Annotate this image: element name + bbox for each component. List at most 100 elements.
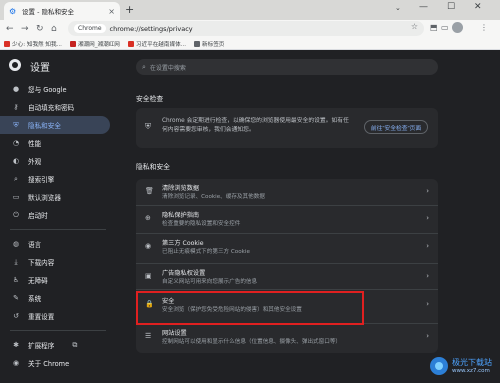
third-party-cookies-row[interactable]: ◉ 第三方 Cookie 已阻止无痕模式下的第三方 Cookie › — [136, 235, 438, 258]
google-icon: ● — [12, 85, 20, 93]
sidebar-divider — [10, 229, 106, 230]
chevron-right-icon: › — [426, 187, 429, 195]
search-placeholder: 在设置中搜索 — [149, 64, 186, 72]
trash-icon: 🗑 — [145, 187, 154, 195]
extensions-icon[interactable]: ⬒ — [430, 23, 438, 32]
tab-settings[interactable]: ⚙ 设置 - 隐私和安全 × — [4, 2, 120, 20]
privacy-heading: 隐私和安全 — [136, 163, 170, 171]
menu-icon[interactable]: ⋮ — [480, 23, 488, 32]
palette-icon: ◐ — [12, 157, 20, 165]
close-window-button[interactable]: ✕ — [474, 2, 482, 12]
chrome-icon: ◉ — [12, 359, 20, 367]
row-divider — [136, 263, 438, 264]
sidebar-item-you-and-google[interactable]: ● 您与 Google — [0, 80, 115, 98]
row-divider — [136, 205, 438, 206]
side-panel-icon[interactable]: ▭ — [441, 23, 449, 32]
new-tab-button[interactable]: + — [125, 3, 134, 17]
sidebar-item-label: 无障碍 — [28, 277, 48, 285]
bookmark-favicon-icon — [194, 40, 200, 47]
address-bar[interactable]: Chrome chrome://settings/privacy ☆ — [68, 21, 424, 36]
clear-browsing-data-row[interactable]: 🗑 清除浏览数据 清除浏览记录、Cookie、缓存及其他数据 › — [136, 180, 438, 203]
chrome-logo-icon — [9, 59, 21, 71]
site-settings-row[interactable]: ☰ 网站设置 控制网站可以使用和显示什么信息（位置信息、摄像头、弹出式窗口等） … — [136, 325, 438, 348]
maximize-button[interactable]: ☐ — [447, 2, 455, 12]
lock-icon: 🔒 — [145, 300, 154, 308]
row-description: 清除浏览记录、Cookie、缓存及其他数据 — [162, 194, 265, 200]
sidebar-item-reset[interactable]: ↺ 重置设置 — [0, 307, 115, 325]
search-icon: ⌕ — [142, 62, 146, 71]
url-text[interactable]: chrome://settings/privacy — [110, 25, 193, 33]
minimize-button[interactable]: — — [419, 2, 428, 12]
sidebar-item-languages[interactable]: ◍ 语言 — [0, 235, 115, 253]
bookmark-label: 湘潮网_湘潮红网 — [77, 41, 120, 48]
reload-icon[interactable]: ↻ — [36, 23, 44, 35]
sidebar-item-on-startup[interactable]: ⏻ 启动时 — [0, 206, 115, 224]
sidebar-item-default-browser[interactable]: ▭ 默认浏览器 — [0, 188, 115, 206]
sidebar-item-autofill[interactable]: ⚷ 自动填充和密码 — [0, 98, 115, 116]
sidebar-item-label: 自动填充和密码 — [28, 104, 75, 112]
watermark-url: www.xz7.com — [452, 368, 490, 374]
bookmark-item[interactable]: 新标签页 — [194, 40, 224, 48]
sidebar-item-label: 下载内容 — [28, 259, 55, 267]
safety-check-description: Chrome 会定期进行检查，以确保您的浏览器使用最安全的设置。如有任何内容需要… — [162, 118, 349, 133]
performance-icon: ◔ — [12, 139, 20, 147]
sidebar-item-about[interactable]: ◉ 关于 Chrome — [0, 354, 115, 372]
row-description: 检查重要的隐私设置和安全控件 — [162, 221, 241, 227]
row-title: 广告隐私权设置 — [162, 270, 206, 277]
wrench-icon: ✎ — [13, 294, 19, 302]
privacy-guide-row[interactable]: ⊕ 隐私保护指南 检查重要的隐私设置和安全控件 › — [136, 207, 438, 230]
back-icon[interactable]: ← — [6, 23, 14, 35]
sidebar-item-label: 性能 — [28, 140, 42, 148]
sidebar-item-privacy[interactable]: ⛨ 隐私和安全 — [0, 116, 110, 134]
ad-privacy-icon: ▣ — [145, 272, 152, 280]
sidebar-item-downloads[interactable]: ⤓ 下载内容 — [0, 253, 115, 271]
page-title: 设置 — [30, 63, 50, 74]
sidebar-item-accessibility[interactable]: ♿ 无障碍 — [0, 271, 115, 289]
download-icon: ⤓ — [14, 257, 18, 266]
bookmark-item[interactable]: 习近平在越南媒体... — [127, 40, 186, 48]
settings-search-input[interactable]: ⌕ 在设置中搜索 — [136, 59, 438, 75]
tab-title: 设置 - 隐私和安全 — [22, 8, 74, 16]
avatar[interactable] — [452, 22, 463, 33]
key-icon: ⚷ — [13, 103, 19, 111]
sidebar-item-performance[interactable]: ◔ 性能 — [0, 134, 115, 152]
row-description: 安全浏览（保护您免受危险网站的侵害）和其他安全设置 — [162, 307, 302, 313]
sidebar-item-label: 默认浏览器 — [28, 194, 61, 202]
privacy-card: 🗑 清除浏览数据 清除浏览记录、Cookie、缓存及其他数据 › ⊕ 隐私保护指… — [136, 179, 438, 353]
gear-icon: ⚙ — [9, 6, 17, 16]
bookmark-item[interactable]: 湘潮网_湘潮红网 — [69, 40, 120, 48]
sidebar-item-search-engine[interactable]: ⌕ 搜索引擎 — [0, 170, 115, 188]
sidebar-item-label: 扩展程序 — [28, 342, 55, 350]
home-icon[interactable]: ⌂ — [51, 23, 57, 35]
row-divider — [136, 233, 438, 234]
bookmarks-bar: 少心: 知我然 知我... 湘潮网_湘潮红网 习近平在越南媒体... 新标签页 — [0, 38, 500, 50]
row-description: 控制网站可以使用和显示什么信息（位置信息、摄像头、弹出式窗口等） — [162, 339, 342, 345]
sliders-icon: ☰ — [145, 332, 152, 340]
sidebar-divider — [10, 330, 106, 331]
browser-icon: ▭ — [12, 193, 20, 201]
safety-check-card: ⛨ Chrome 会定期进行检查，以确保您的浏览器使用最安全的设置。如有任何内容… — [136, 108, 438, 148]
sidebar-item-system[interactable]: ✎ 系统 — [0, 289, 115, 307]
bookmark-favicon-icon — [127, 40, 134, 47]
sidebar-item-label: 您与 Google — [28, 86, 67, 94]
sidebar-item-label: 系统 — [28, 295, 42, 303]
chevron-right-icon: › — [426, 272, 429, 280]
sidebar-item-label: 语言 — [28, 241, 42, 249]
chrome-chip: Chrome — [74, 24, 106, 33]
row-description: 自定义网站可用来向您展示广告的信息 — [162, 279, 258, 285]
go-to-safety-check-button[interactable]: 前往“安全检查”页面 — [364, 120, 428, 134]
bookmark-star-icon[interactable]: ☆ — [411, 22, 418, 31]
bookmark-item[interactable]: 少心: 知我然 知我... — [4, 40, 62, 48]
cookie-icon: ◉ — [145, 242, 152, 250]
ad-privacy-row[interactable]: ▣ 广告隐私权设置 自定义网站可用来向您展示广告的信息 › — [136, 265, 438, 288]
chevron-right-icon: › — [426, 214, 429, 222]
row-description: 已阻止无痕模式下的第三方 Cookie — [162, 249, 250, 255]
forward-icon[interactable]: → — [21, 23, 29, 35]
tab-close-icon[interactable]: × — [108, 7, 115, 16]
tab-search-icon[interactable]: ⌄ — [395, 4, 401, 12]
sidebar-item-extensions[interactable]: ✱ 扩展程序 ⧉ — [0, 336, 115, 354]
row-title: 隐私保护指南 — [162, 212, 200, 219]
sidebar-item-appearance[interactable]: ◐ 外观 — [0, 152, 115, 170]
settings-sidebar: ● 您与 Google ⚷ 自动填充和密码 ⛨ 隐私和安全 ◔ 性能 ◐ 外观 … — [0, 80, 115, 372]
security-row[interactable]: 🔒 安全 安全浏览（保护您免受危险网站的侵害）和其他安全设置 › — [136, 293, 438, 316]
